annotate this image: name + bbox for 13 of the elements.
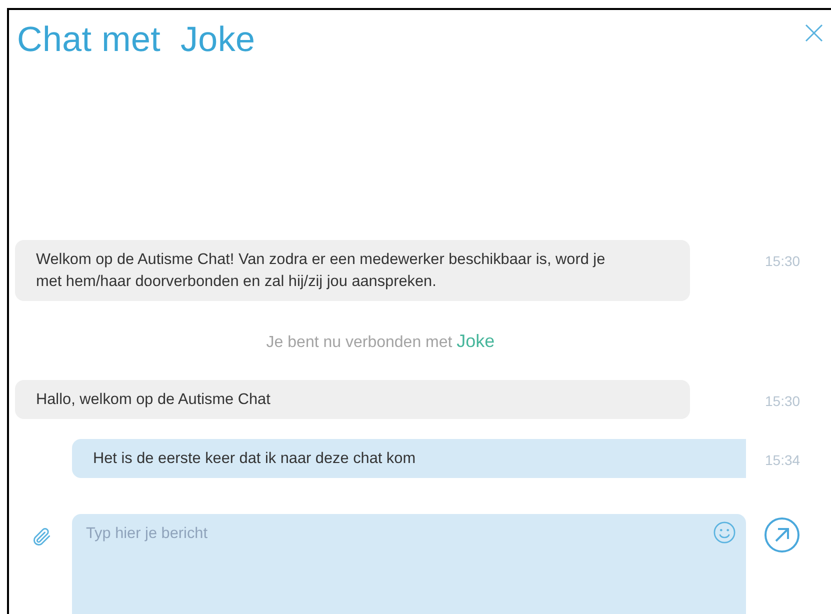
message-input[interactable]: Typ hier je bericht [72,514,746,614]
chat-title: Chat met Joke [17,20,256,60]
send-icon[interactable] [764,517,800,553]
message-time: 15:30 [764,252,802,269]
smiley-icon[interactable] [713,521,736,544]
received-message: Hallo, welkom op de Autisme Chat [15,380,690,419]
paperclip-icon[interactable] [31,526,53,548]
message-time: 15:34 [764,451,802,468]
received-message: Welkom op de Autisme Chat! Van zodra er een medewerker beschikbaar is, word je met hem/haar doorverbonden en zal hij/zij jou aanspreken. [15,240,690,301]
message-time: 15:30 [764,392,802,409]
status-message: Je bent nu verbonden met Joke [265,331,496,352]
sent-message: Het is de eerste keer dat ik naar deze chat kom [72,439,746,478]
close-icon[interactable] [805,24,823,42]
